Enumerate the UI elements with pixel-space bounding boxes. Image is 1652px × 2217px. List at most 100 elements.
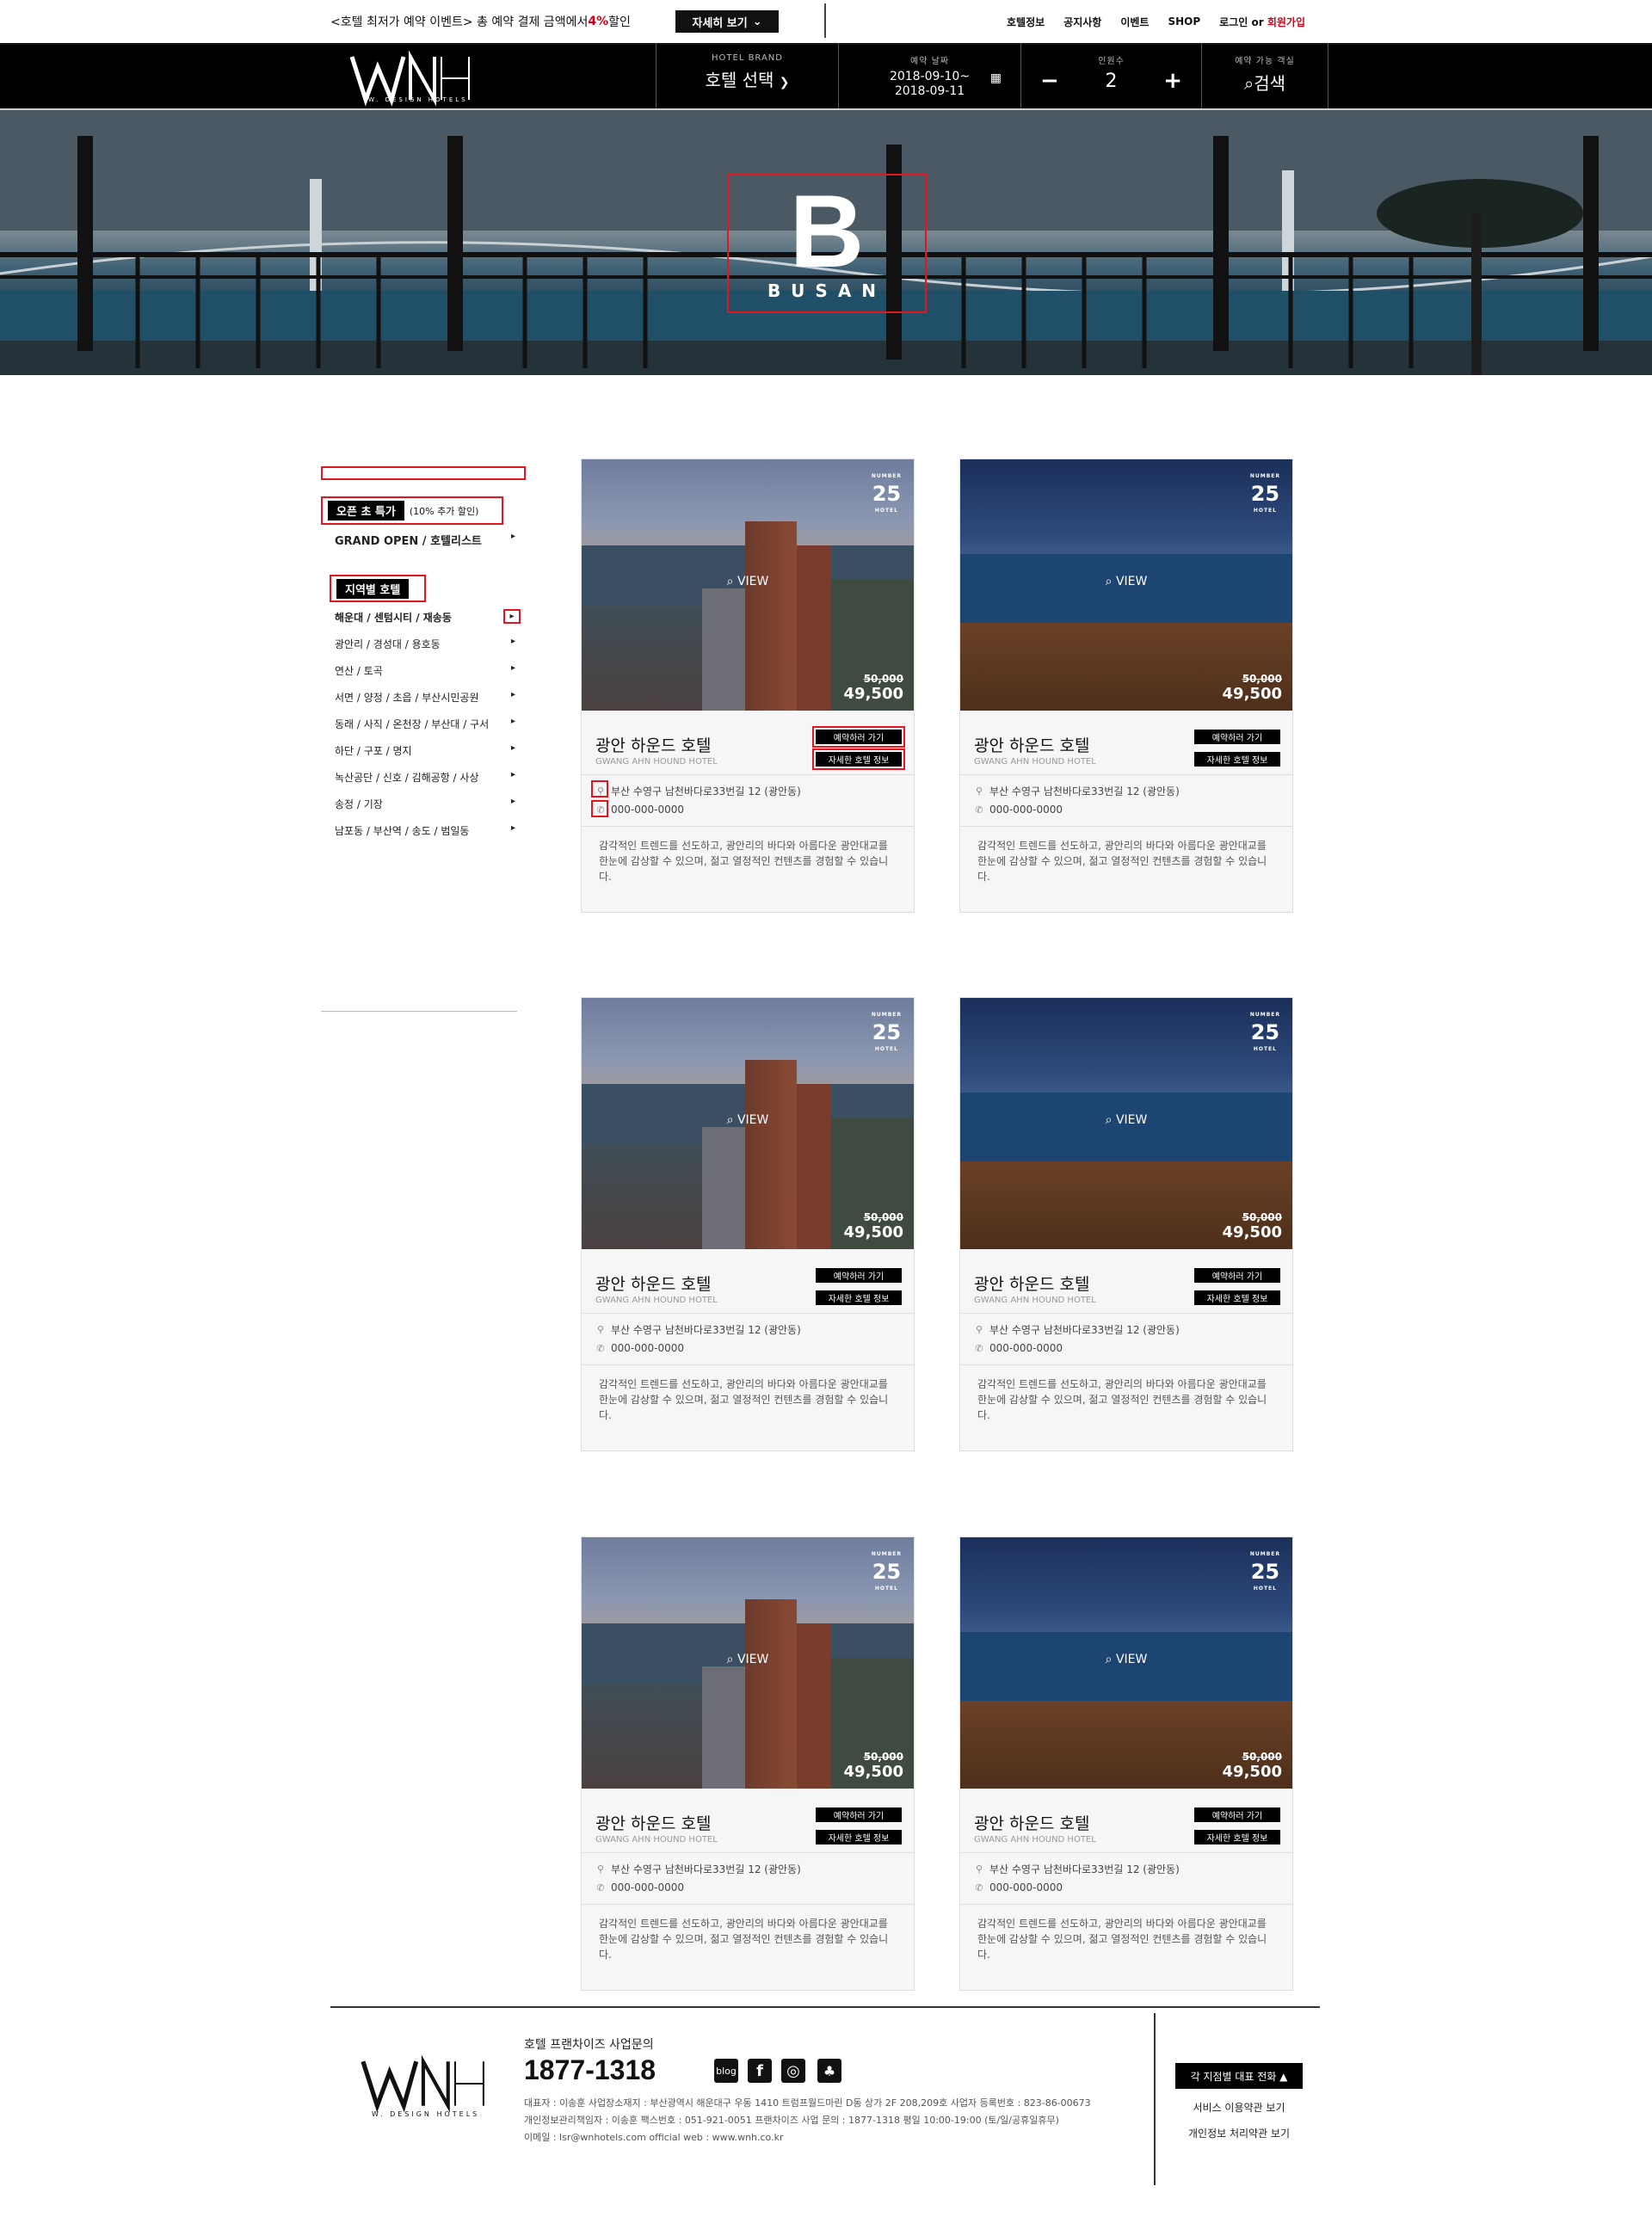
region-label: 광안리 / 경성대 / 용호동 xyxy=(335,638,441,650)
promo-text-before: <호텔 최저가 예약 이벤트> 총 예약 결제 금액에서 xyxy=(330,15,589,29)
address-text: 부산 수영구 남천바다로33번길 12 (광안동) xyxy=(611,1863,801,1875)
logo-subtitle: W. DESIGN HOTELS xyxy=(368,96,468,103)
book-button[interactable]: 예약하러 가기 xyxy=(816,1807,902,1822)
nav-notice[interactable]: 공지사항 xyxy=(1063,15,1101,29)
hotel-detail-button[interactable]: 자세한 호텔 정보 xyxy=(1194,1290,1280,1305)
search-icon: ⌕ xyxy=(726,1113,734,1127)
view-label: VIEW xyxy=(1115,1113,1148,1127)
hotel-name-en: GWANG AHN HOUND HOTEL xyxy=(595,1296,718,1305)
view-link[interactable]: ⌕ VIEW xyxy=(582,1653,914,1666)
sidebar-region-item[interactable]: 서면 / 양정 / 초읍 / 부산시민공원 ▸ xyxy=(335,690,515,705)
brand-select[interactable]: HOTEL BRAND 호텔 선택 ❯ xyxy=(656,43,838,108)
map-pin-icon: ⚲ xyxy=(596,1863,605,1875)
sidebar-region-item[interactable]: 동래 / 사직 / 온천장 / 부산대 / 구서 ▸ xyxy=(335,717,515,732)
hotel-photo[interactable]: NUMBER 25 HOTEL ⌕ VIEW 50,000 49,500 xyxy=(582,998,914,1249)
view-label: VIEW xyxy=(737,1113,769,1127)
guest-stepper: 인원수 − 2 + xyxy=(1020,43,1201,108)
branch-phone-button[interactable]: 각 지점별 대표 전화 ▲ xyxy=(1175,2063,1303,2089)
card-divider xyxy=(582,1313,914,1314)
kakao-icon[interactable]: ♣ xyxy=(817,2059,841,2083)
book-button[interactable]: 예약하러 가기 xyxy=(816,1268,902,1283)
date-picker[interactable]: 예약 날짜 2018-09-10~ 2018-09-11 ▦ xyxy=(838,43,1020,108)
number25-badge: NUMBER 25 HOTEL xyxy=(1249,473,1280,514)
address-text: 부산 수영구 남천바다로33번길 12 (광안동) xyxy=(989,1863,1180,1875)
sidebar-region-item[interactable]: 연산 / 토곡 ▸ xyxy=(335,663,515,679)
plus-button[interactable]: + xyxy=(1163,68,1182,94)
card-divider xyxy=(960,826,1292,827)
tel-text: 000-000-0000 xyxy=(611,1881,685,1894)
sidebar-grand-open[interactable]: GRAND OPEN / 호텔리스트 ▸ xyxy=(335,532,515,548)
hotel-name-en: GWANG AHN HOUND HOTEL xyxy=(974,1835,1096,1844)
facebook-icon[interactable]: f xyxy=(748,2059,772,2083)
arrow-right-icon: ▸ xyxy=(510,743,515,753)
minus-button[interactable]: − xyxy=(1040,68,1059,94)
number25-badge: NUMBER 25 HOTEL xyxy=(871,1551,902,1592)
region-label: 남포동 / 부산역 / 송도 / 범일동 xyxy=(335,825,470,837)
sidebar-region-header: 지역별 호텔 xyxy=(330,575,426,602)
hotel-tel: ✆ 000-000-0000 xyxy=(974,804,1063,816)
sale-price: 49,500 xyxy=(843,1223,903,1241)
region-label: 해운대 / 센텀시티 / 재송동 xyxy=(335,612,452,624)
open-special-note: (10% 추가 할인) xyxy=(409,505,479,517)
view-link[interactable]: ⌕ VIEW xyxy=(960,1653,1292,1666)
logo-n-stroke xyxy=(409,50,436,107)
region-label: 동래 / 사직 / 온천장 / 부산대 / 구서 xyxy=(335,718,490,730)
view-link[interactable]: ⌕ VIEW xyxy=(582,1113,914,1127)
sidebar-open-special[interactable]: 오픈 초 특가 (10% 추가 할인) xyxy=(321,496,503,525)
sidebar-region-item[interactable]: 해운대 / 센텀시티 / 재송동 xyxy=(335,610,515,625)
tel-text: 000-000-0000 xyxy=(989,1342,1063,1354)
view-link[interactable]: ⌕ VIEW xyxy=(582,575,914,588)
top-nav: 호텔정보 공지사항 이벤트 SHOP 로그인 or 회원가입 xyxy=(1007,0,1305,43)
number25-badge: NUMBER 25 HOTEL xyxy=(1249,1551,1280,1592)
sidebar-region-item[interactable]: 남포동 / 부산역 / 송도 / 범일동 ▸ xyxy=(335,823,515,839)
search-icon: ⌕ xyxy=(726,1653,734,1666)
view-link[interactable]: ⌕ VIEW xyxy=(960,575,1292,588)
arrow-right-icon: ▸ xyxy=(510,823,515,833)
book-button[interactable]: 예약하러 가기 xyxy=(1194,730,1280,744)
hotel-card: NUMBER 25 HOTEL ⌕ VIEW 50,000 49,500 광안 하운드 호텔… xyxy=(959,1537,1293,1991)
hotel-address: ⚲ 부산 수영구 남천바다로33번길 12 (광안동) xyxy=(595,784,801,798)
sidebar-region-item[interactable]: 하단 / 구포 / 명지 ▸ xyxy=(335,743,515,759)
view-link[interactable]: ⌕ VIEW xyxy=(960,1113,1292,1127)
sidebar-region-item[interactable]: 광안리 / 경성대 / 용호동 ▸ xyxy=(335,637,515,652)
search-button[interactable]: ⌕검색 xyxy=(1202,70,1328,95)
calendar-icon[interactable]: ▦ xyxy=(990,71,1002,86)
blog-icon[interactable]: blog xyxy=(714,2059,738,2083)
arrow-right-icon: ▸ xyxy=(510,532,515,541)
hotel-photo[interactable]: NUMBER 25 HOTEL ⌕ VIEW 50,000 49,500 xyxy=(582,459,914,711)
grand-open-label: GRAND OPEN / 호텔리스트 xyxy=(335,535,482,548)
promo-detail-button[interactable]: 자세히 보기 ⌄ xyxy=(675,10,779,33)
hotel-photo[interactable]: NUMBER 25 HOTEL ⌕ VIEW 50,000 49,500 xyxy=(960,459,1292,711)
nav-hotel-info[interactable]: 호텔정보 xyxy=(1007,15,1045,29)
hotel-detail-button[interactable]: 자세한 호텔 정보 xyxy=(816,1290,902,1305)
hotel-photo[interactable]: NUMBER 25 HOTEL ⌕ VIEW 50,000 49,500 xyxy=(582,1537,914,1789)
privacy-link[interactable]: 개인정보 처리약관 보기 xyxy=(1153,2126,1325,2140)
nav-shop[interactable]: SHOP xyxy=(1168,15,1200,28)
phone-icon: ✆ xyxy=(596,1342,605,1354)
instagram-icon[interactable]: ◎ xyxy=(781,2059,805,2083)
book-button[interactable]: 예약하러 가기 xyxy=(1194,1268,1280,1283)
hotel-description: 감각적인 트렌드를 선도하고, 광안리의 바다와 아름다운 광안대교를 한눈에 … xyxy=(977,1918,1267,1961)
sidebar-region-item[interactable]: 녹산공단 / 신호 / 김해공항 / 사상 ▸ xyxy=(335,770,515,785)
date-label: 예약 날짜 xyxy=(910,57,949,66)
arrow-right-icon[interactable]: ▸ xyxy=(503,609,521,624)
brand-value: 호텔 선택 xyxy=(705,70,774,90)
terms-link[interactable]: 서비스 이용약관 보기 xyxy=(1153,2100,1325,2115)
nav-join[interactable]: 회원가입 xyxy=(1267,16,1305,28)
address-text: 부산 수영구 남천바다로33번길 12 (광안동) xyxy=(989,1324,1180,1336)
nav-event[interactable]: 이벤트 xyxy=(1120,15,1149,29)
search-icon: ⌕ xyxy=(726,575,734,588)
hotel-photo[interactable]: NUMBER 25 HOTEL ⌕ VIEW 50,000 49,500 xyxy=(960,998,1292,1249)
hotel-photo[interactable]: NUMBER 25 HOTEL ⌕ VIEW 50,000 49,500 xyxy=(960,1537,1292,1789)
sidebar-region-item[interactable]: 송정 / 기장 ▸ xyxy=(335,797,515,812)
original-price: 50,000 xyxy=(1242,673,1282,685)
hotel-name: 광안 하운드 호텔 xyxy=(595,1814,712,1833)
hotel-detail-button[interactable]: 자세한 호텔 정보 xyxy=(816,1830,902,1844)
chevron-down-icon: ❯ xyxy=(779,76,790,89)
hotel-detail-button[interactable]: 자세한 호텔 정보 xyxy=(1194,752,1280,767)
nav-login[interactable]: 로그인 xyxy=(1219,16,1248,28)
view-label: VIEW xyxy=(1115,1653,1148,1666)
sale-price: 49,500 xyxy=(843,685,903,703)
book-button[interactable]: 예약하러 가기 xyxy=(1194,1807,1280,1822)
hotel-detail-button[interactable]: 자세한 호텔 정보 xyxy=(1194,1830,1280,1844)
